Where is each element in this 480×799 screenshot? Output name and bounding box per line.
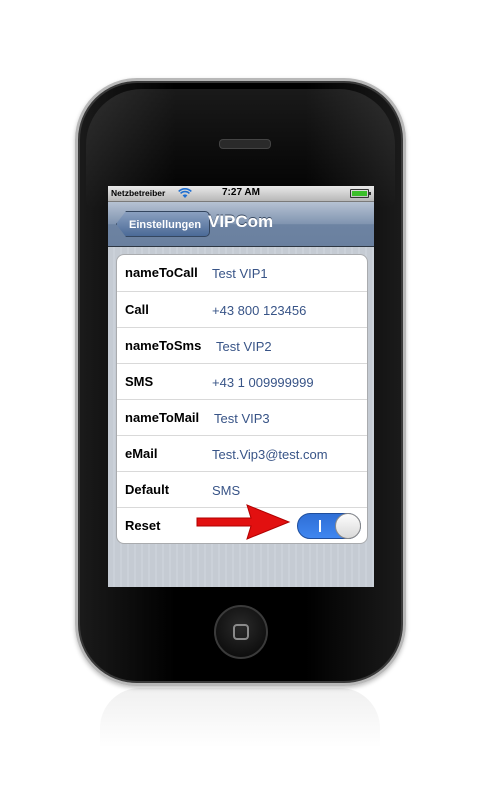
status-time: 7:27 AM (222, 187, 260, 198)
back-button[interactable]: Einstellungen (116, 211, 211, 237)
settings-row-nametomail[interactable]: nameToMail Test VIP3 (117, 399, 367, 435)
home-square-icon (233, 624, 249, 640)
navigation-bar: Einstellungen VIPCom (108, 202, 374, 247)
settings-row-email[interactable]: eMail Test.Vip3@test.com (117, 435, 367, 471)
earpiece-speaker (219, 139, 271, 149)
page-title: VIPCom (208, 212, 274, 231)
reset-toggle[interactable] (297, 513, 361, 539)
row-label: Default (125, 482, 170, 497)
row-value: Test.Vip3@test.com (212, 447, 328, 462)
settings-row-sms[interactable]: SMS +43 1 009999999 (117, 363, 367, 399)
row-value: +43 1 009999999 (212, 375, 314, 390)
row-value: +43 800 123456 (212, 303, 307, 318)
row-label: Call (125, 302, 149, 317)
settings-row-nametosms[interactable]: nameToSms Test VIP2 (117, 327, 367, 363)
settings-row-call[interactable]: Call +43 800 123456 (117, 291, 367, 327)
row-label: nameToMail (125, 410, 200, 425)
row-value: Test VIP3 (214, 411, 270, 426)
toggle-on-icon (319, 520, 321, 532)
row-label: Reset (125, 518, 161, 533)
home-button[interactable] (214, 605, 268, 659)
row-value: SMS (212, 483, 241, 498)
settings-table: nameToCall Test VIP1 Call +43 800 123456… (116, 254, 368, 544)
row-value: Test VIP1 (212, 266, 268, 281)
row-label: nameToCall (125, 265, 198, 280)
row-label: nameToSms (125, 338, 202, 353)
row-value: Test VIP2 (216, 339, 272, 354)
settings-row-nametocall[interactable]: nameToCall Test VIP1 (117, 255, 367, 291)
row-label: eMail (125, 446, 158, 461)
row-label: SMS (125, 374, 154, 389)
battery-icon (350, 189, 371, 198)
toggle-knob[interactable] (335, 513, 361, 539)
status-bar: Netzbetreiber 7:27 AM (108, 186, 374, 202)
phone-reflection (100, 688, 380, 748)
red-arrow-icon (196, 504, 291, 540)
